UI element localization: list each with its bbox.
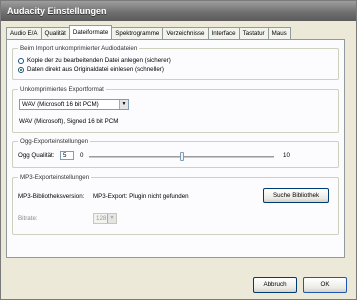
chevron-down-icon: ▼ [107,214,116,223]
radio-selected-icon [18,66,24,73]
ogg-quality-label: Ogg Qualität: [18,152,55,159]
tab-directories[interactable]: Verzeichnisse [162,27,209,39]
import-direct-label: Daten direkt aus Originaldatei einlesen … [27,66,164,73]
cancel-button[interactable]: Abbruch [253,277,297,293]
tab-quality[interactable]: Qualität [40,27,70,39]
ogg-quality-input[interactable]: 5 [60,151,74,160]
export-format-description: WAV (Microsoft), Signed 16 bit PCM [19,118,119,125]
import-direct-option[interactable]: Daten direkt aus Originaldatei einlesen … [18,66,164,73]
mp3-group-title: MP3-Exporteinstellungen [18,173,92,182]
bitrate-value: 128 [96,215,107,222]
export-format-value: WAV (Microsoft 16 bit PCM) [22,101,99,108]
file-formats-panel: Beim Import unkomprimierter Audiodateien… [6,39,345,258]
ok-button[interactable]: OK [303,277,347,293]
tab-bar: Audio E/A Qualität Dateiformate Spektrog… [6,25,291,39]
ogg-group: Ogg-Exporteinstellungen Ogg Qualität: 5 … [12,137,339,168]
chevron-down-icon: ▼ [119,100,128,109]
import-copy-option[interactable]: Kopie der zu bearbeitenden Datei anlegen… [18,57,171,64]
ogg-max-label: 10 [283,152,290,159]
import-group-title: Beim Import unkomprimierter Audiodateien [18,44,140,53]
find-library-button[interactable]: Suche Bibliothek [263,188,329,203]
ogg-group-title: Ogg-Exporteinstellungen [18,137,91,146]
radio-icon [18,57,24,64]
export-format-group: Unkomprimiertes Exportformat WAV (Micros… [12,85,339,133]
bitrate-label: Bitrate: [18,215,38,222]
import-group: Beim Import unkomprimierter Audiodateien… [12,44,339,80]
window-title: Audacity Einstellungen [1,1,356,21]
ogg-min-label: 0 [80,152,84,159]
tab-mouse[interactable]: Maus [267,27,291,39]
import-copy-label: Kopie der zu bearbeitenden Datei anlegen… [27,57,171,64]
tab-keyboard[interactable]: Tastatur [238,27,269,39]
tab-spectrograms[interactable]: Spektrogramme [111,27,164,39]
tab-file-formats[interactable]: Dateiformate [68,25,113,39]
mp3-library-label: MP3-Bibliotheksversion: [18,193,85,200]
tab-audio-io[interactable]: Audio E/A [6,27,42,39]
export-format-select[interactable]: WAV (Microsoft 16 bit PCM) ▼ [19,99,129,110]
tab-interface[interactable]: Interface [207,27,240,39]
mp3-group: MP3-Exporteinstellungen MP3-Bibliotheksv… [12,173,339,235]
export-format-title: Unkomprimiertes Exportformat [18,85,106,94]
preferences-dialog: Audacity Einstellungen Audio E/A Qualitä… [0,0,357,300]
mp3-library-status: MP3-Export: Plugin nicht gefunden [93,193,189,200]
ogg-slider-thumb[interactable] [179,152,184,161]
bitrate-select[interactable]: 128 ▼ [93,213,117,224]
